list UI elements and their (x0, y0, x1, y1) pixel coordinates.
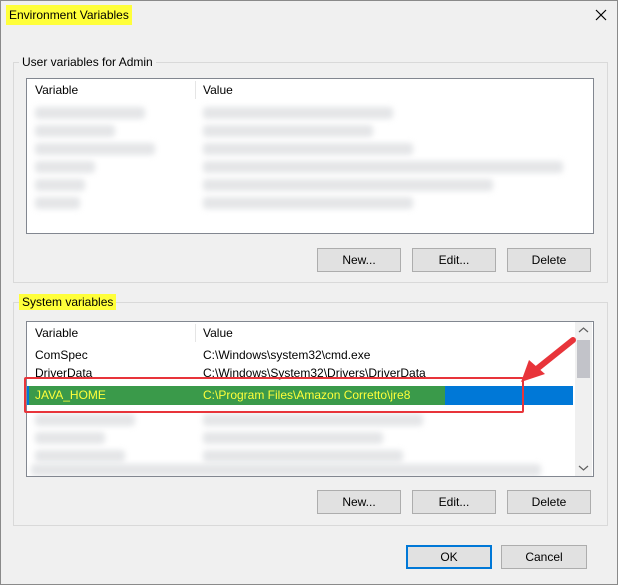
system-delete-button[interactable]: Delete (507, 490, 591, 514)
redacted-row (203, 414, 423, 426)
redacted-row (35, 197, 80, 209)
redacted-row (35, 125, 115, 137)
redacted-row (35, 450, 125, 462)
value-cell: C:\Windows\system32\cmd.exe (203, 348, 371, 362)
redacted-row (203, 161, 563, 173)
cancel-button[interactable]: Cancel (501, 545, 587, 569)
redacted-row (35, 414, 135, 426)
scroll-down-icon[interactable] (575, 459, 592, 476)
column-header-variable[interactable]: Variable (29, 79, 78, 101)
system-variables-label: System variables (19, 294, 117, 310)
user-delete-button[interactable]: Delete (507, 248, 591, 272)
ok-button[interactable]: OK (406, 545, 492, 569)
redacted-row (203, 432, 383, 444)
column-header-variable[interactable]: Variable (29, 322, 78, 344)
table-row[interactable]: ComSpec C:\Windows\system32\cmd.exe (27, 346, 575, 364)
redacted-row (35, 107, 145, 119)
user-new-button[interactable]: New... (317, 248, 401, 272)
redacted-row (203, 143, 413, 155)
variable-cell: ComSpec (35, 348, 88, 362)
redacted-row (203, 197, 413, 209)
redacted-row (203, 450, 403, 462)
user-edit-button[interactable]: Edit... (412, 248, 496, 272)
redacted-row (203, 125, 373, 137)
column-header-value[interactable]: Value (197, 79, 233, 101)
user-variables-list[interactable]: Variable Value (26, 78, 594, 234)
redacted-row (35, 143, 155, 155)
redacted-row (35, 179, 85, 191)
column-header-value[interactable]: Value (197, 322, 233, 344)
list-header: Variable Value (27, 79, 593, 101)
redacted-row (203, 179, 493, 191)
system-new-button[interactable]: New... (317, 490, 401, 514)
redacted-row (203, 107, 393, 119)
annotation-arrow-icon (521, 337, 576, 382)
system-edit-button[interactable]: Edit... (412, 490, 496, 514)
annotation-highlight-box (24, 377, 524, 413)
user-variables-label: User variables for Admin (19, 54, 156, 70)
redacted-row (35, 161, 95, 173)
close-icon[interactable] (590, 4, 612, 26)
redacted-row (31, 464, 541, 476)
list-header: Variable Value (27, 322, 593, 344)
redacted-row (35, 432, 105, 444)
window-title: Environment Variables (6, 5, 132, 25)
